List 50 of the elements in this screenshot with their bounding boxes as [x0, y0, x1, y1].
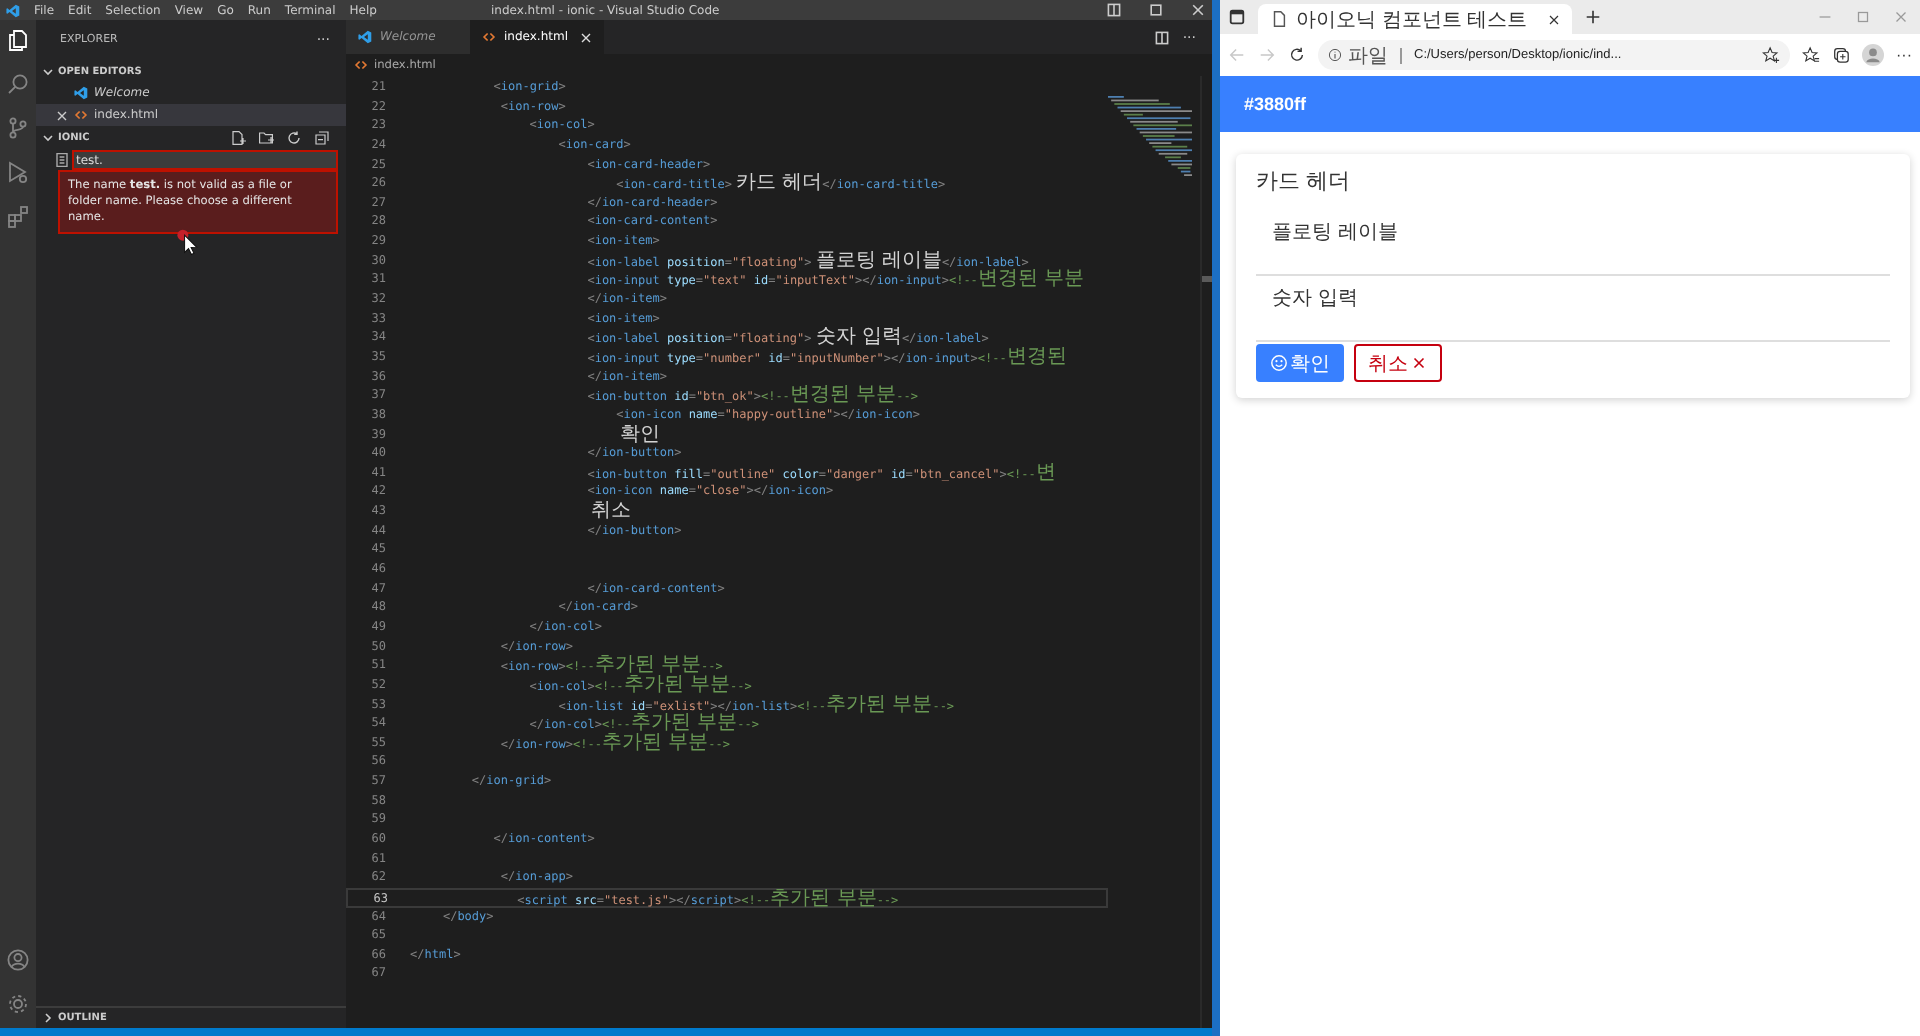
- close-icon[interactable]: [1547, 13, 1560, 25]
- split-editor-icon[interactable]: [1154, 29, 1171, 45]
- play-bug-icon[interactable]: [6, 160, 30, 184]
- profile-avatar-icon[interactable]: [1862, 44, 1884, 66]
- mouse-pointer-icon: [176, 228, 200, 256]
- search-icon[interactable]: [6, 72, 30, 96]
- branch-icon[interactable]: [6, 116, 30, 140]
- code-brackets-icon: [74, 108, 88, 122]
- scrollbar[interactable]: [1200, 76, 1212, 1028]
- floating-label-field[interactable]: 플로팅 레이블: [1256, 210, 1890, 276]
- site-info-label: 파일: [1348, 43, 1388, 69]
- code-brackets-icon: [482, 30, 496, 44]
- new-file-icon[interactable]: [230, 129, 246, 145]
- reload-icon[interactable]: [1288, 46, 1306, 64]
- code-brackets-icon: [354, 58, 368, 72]
- more-menu-button[interactable]: ···: [1896, 46, 1912, 64]
- favorites-icon[interactable]: [1802, 46, 1820, 64]
- maximize-icon[interactable]: [1148, 2, 1164, 18]
- close-icon: [1410, 354, 1428, 372]
- settings-icon[interactable]: [6, 992, 30, 1016]
- smiley-icon: [1270, 354, 1288, 372]
- app-logo-icon: [74, 86, 88, 100]
- new-tab-icon[interactable]: [1583, 8, 1602, 26]
- collections-icon[interactable]: [1832, 46, 1850, 64]
- files-icon[interactable]: [6, 28, 30, 52]
- chevron-icon[interactable]: [42, 131, 54, 143]
- floating-label-field[interactable]: 숫자 입력: [1256, 276, 1890, 342]
- file-icon: [54, 151, 70, 167]
- cancel-button[interactable]: 취소: [1354, 344, 1442, 382]
- chevron-icon[interactable]: [42, 65, 54, 77]
- add-favorite-icon[interactable]: [1762, 46, 1780, 64]
- browser-tab[interactable]: 아이오닉 컴포넌트 테스트: [1258, 4, 1572, 34]
- card-title: 카드 헤더: [1256, 168, 1353, 198]
- toolbar-title: #3880ff: [1244, 94, 1307, 114]
- refresh-icon[interactable]: [286, 129, 302, 145]
- app-logo-icon: [6, 3, 20, 17]
- layout-icon[interactable]: [1106, 2, 1122, 18]
- tab-actions-icon[interactable]: [1228, 8, 1246, 26]
- app-logo-icon: [358, 30, 372, 44]
- account-icon[interactable]: [6, 948, 30, 972]
- minimap-drawing: [1108, 96, 1192, 176]
- new-folder-icon[interactable]: [258, 129, 274, 145]
- code-line: 확인: [618, 425, 661, 445]
- blocks-icon[interactable]: [6, 204, 30, 228]
- code-line: 취소: [589, 502, 632, 522]
- confirm-button[interactable]: 확인: [1256, 344, 1344, 382]
- chevron-icon[interactable]: [42, 1012, 54, 1024]
- info-icon: [1328, 48, 1342, 62]
- collapse-all-icon[interactable]: [314, 129, 330, 145]
- page-icon: [1270, 10, 1288, 28]
